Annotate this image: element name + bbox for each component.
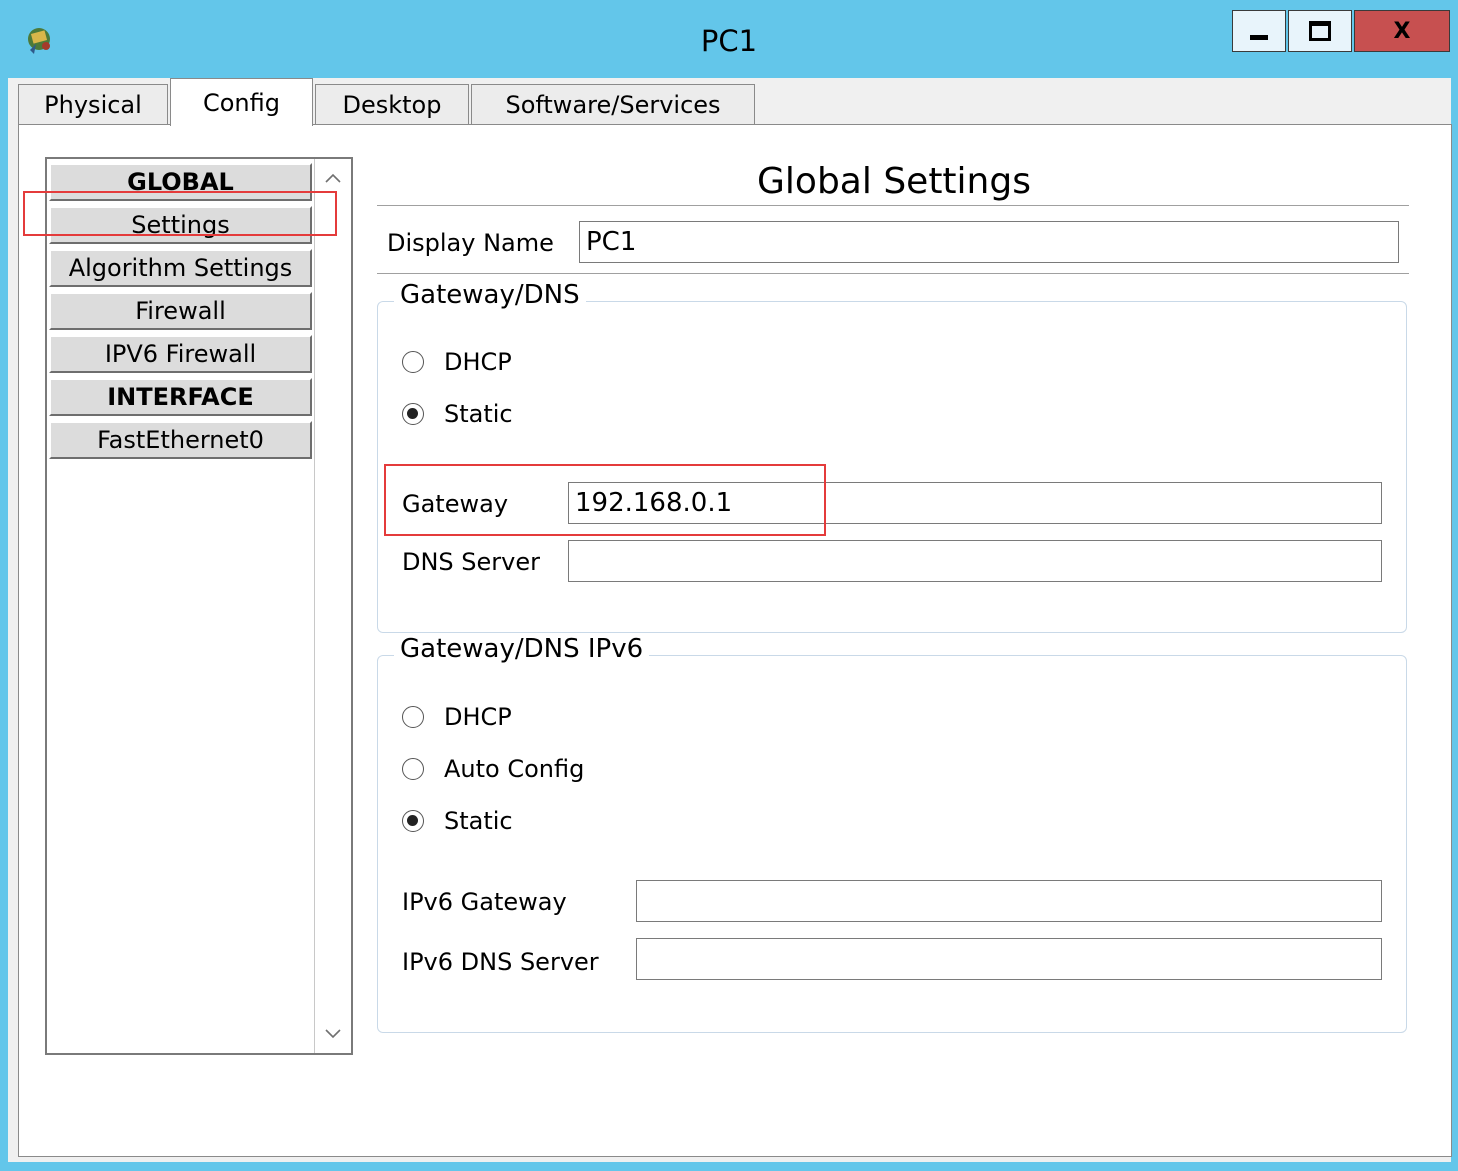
radio-unchecked-icon [402,758,424,780]
gateway-dns-group: Gateway/DNS DHCP Static Gateway 192.168.… [377,280,1407,633]
ipv6-dhcp-radio[interactable]: DHCP [402,703,512,731]
ipv6-gateway-label: IPv6 Gateway [402,888,567,916]
tab-config[interactable]: Config [170,78,313,126]
gateway-dns-ipv6-legend: Gateway/DNS IPv6 [394,634,650,664]
radio-label: DHCP [444,348,512,376]
ipv4-static-radio[interactable]: Static [402,400,513,428]
nav-scrollbar[interactable] [314,159,351,1053]
radio-unchecked-icon [402,351,424,373]
ipv6-dns-server-field[interactable] [636,938,1382,980]
radio-checked-icon [402,403,424,425]
close-icon: X [1393,18,1411,44]
radio-label: Static [444,400,513,428]
divider [377,273,1409,275]
radio-checked-icon [402,810,424,832]
display-name-field[interactable]: PC1 [579,221,1399,263]
radio-label: Auto Config [444,755,585,783]
nav-item-firewall[interactable]: Firewall [49,292,312,330]
ipv6-static-radio[interactable]: Static [402,807,513,835]
application-window: PC1 X Physical Config Desktop Software/S… [0,0,1458,1171]
dns-server-field[interactable] [568,540,1382,582]
close-button[interactable]: X [1354,10,1450,52]
ipv6-gateway-field[interactable] [636,880,1382,922]
maximize-button[interactable] [1288,10,1352,52]
dns-server-label: DNS Server [402,548,540,576]
chevron-down-icon[interactable] [315,1017,351,1051]
minimize-icon [1250,34,1268,40]
tab-software-services[interactable]: Software/Services [471,84,755,124]
nav-item-fastethernet0[interactable]: FastEthernet0 [49,421,312,459]
divider [377,205,1409,207]
gateway-highlight-box [384,464,826,536]
nav-header-interface: INTERFACE [49,378,312,416]
title-bar[interactable]: PC1 X [0,0,1458,78]
radio-label: Static [444,807,513,835]
chevron-up-icon[interactable] [315,161,351,195]
config-nav-list: GLOBAL Settings Algorithm Settings Firew… [45,157,353,1055]
page-title: Global Settings [757,161,1031,202]
tab-desktop[interactable]: Desktop [315,84,469,124]
nav-item-ipv6-firewall[interactable]: IPV6 Firewall [49,335,312,373]
tab-physical[interactable]: Physical [18,84,168,124]
maximize-icon [1309,21,1331,41]
gateway-dns-ipv6-group: Gateway/DNS IPv6 DHCP Auto Config Static… [377,634,1407,1033]
ipv6-auto-config-radio[interactable]: Auto Config [402,755,584,783]
nav-item-algorithm-settings[interactable]: Algorithm Settings [49,249,312,287]
settings-highlight-box [23,191,337,236]
radio-unchecked-icon [402,706,424,728]
minimize-button[interactable] [1232,10,1286,52]
ipv4-dhcp-radio[interactable]: DHCP [402,348,512,376]
client-area: Physical Config Desktop Software/Service… [8,78,1452,1162]
config-panel: GLOBAL Settings Algorithm Settings Firew… [18,124,1452,1157]
display-name-label: Display Name [387,229,554,257]
ipv6-dns-server-label: IPv6 DNS Server [402,948,599,976]
radio-label: DHCP [444,703,512,731]
gateway-dns-legend: Gateway/DNS [394,280,586,310]
